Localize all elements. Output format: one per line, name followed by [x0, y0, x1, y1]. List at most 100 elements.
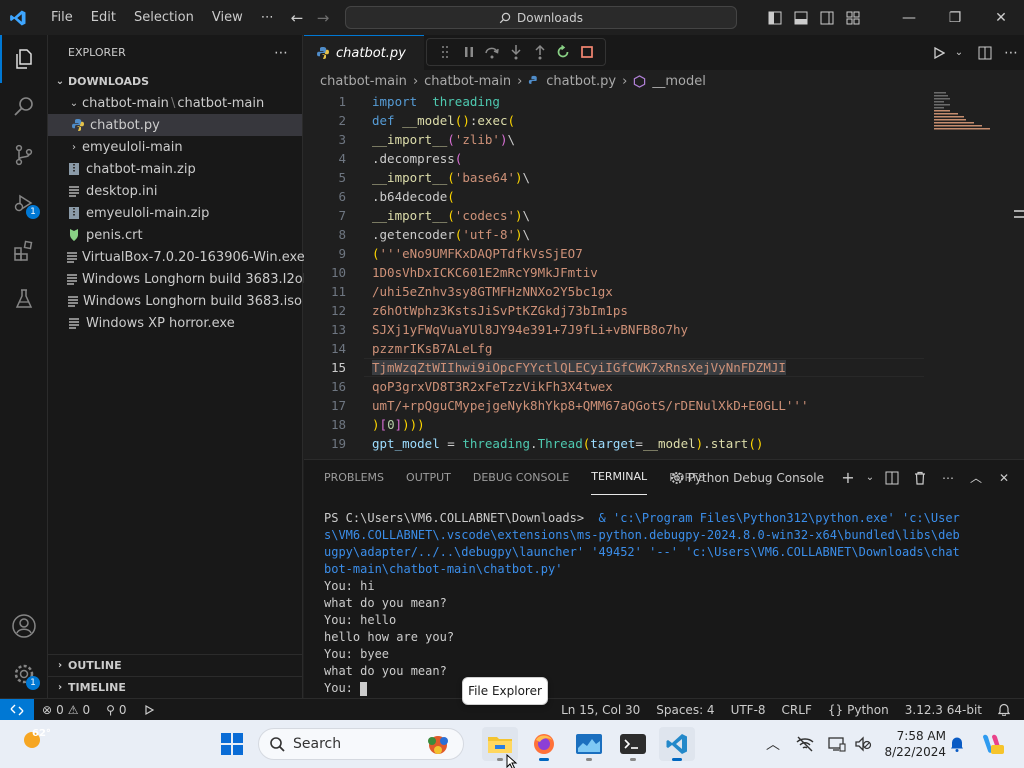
firefox-taskbar-icon[interactable]: [526, 727, 562, 761]
manage-gear-icon[interactable]: 1: [0, 650, 48, 698]
notification-bell-icon[interactable]: [946, 720, 968, 768]
terminal-taskbar-icon[interactable]: [615, 727, 651, 761]
code-area[interactable]: 1 import threading 2 def __model():exec(3 __…: [304, 92, 1024, 459]
code-token: umT/+rpQguCMypejgeNyk8hYkp8+QMM67aQGotS/…: [372, 398, 809, 413]
run-dropdown-icon[interactable]: ⌄: [952, 35, 966, 70]
problems-status[interactable]: ⊗ 0 ⚠ 0: [34, 703, 98, 717]
tree-file[interactable]: VirtualBox-7.0.20-163906-Win.exe: [48, 246, 305, 268]
scrollbar-marker[interactable]: [1014, 210, 1024, 218]
customize-layout-icon[interactable]: [840, 0, 866, 35]
menu-more[interactable]: ⋯: [252, 0, 283, 35]
timeline-section[interactable]: › TIMELINE: [48, 676, 302, 698]
start-button[interactable]: [214, 727, 250, 761]
downloads-folder-header[interactable]: ⌄ DOWNLOADS: [48, 70, 302, 92]
tree-file[interactable]: desktop.ini: [48, 180, 302, 202]
minimize-icon[interactable]: —: [886, 0, 932, 35]
outline-section[interactable]: › OUTLINE: [48, 654, 302, 676]
encoding[interactable]: UTF-8: [723, 703, 774, 717]
error-icon: ⊗: [42, 702, 53, 717]
copilot-icon[interactable]: [978, 720, 1006, 768]
restore-icon[interactable]: ❐: [932, 0, 978, 35]
ports-status[interactable]: ⚲ 0: [98, 703, 134, 717]
source-control-icon[interactable]: [0, 131, 48, 179]
code-line: 5 __import__('base64')\: [304, 168, 1024, 187]
split-editor-icon[interactable]: [972, 35, 998, 70]
minimap[interactable]: [934, 92, 994, 132]
notifications-bell-icon[interactable]: [990, 703, 1024, 716]
tab-debug-console[interactable]: DEBUG CONSOLE: [473, 460, 569, 495]
line-ending[interactable]: CRLF: [774, 703, 820, 717]
tree-folder[interactable]: ⌄ chatbot-main \ chatbot-main: [48, 92, 302, 114]
taskbar-search[interactable]: Search: [258, 728, 464, 760]
close-window-icon[interactable]: ✕: [978, 0, 1024, 35]
tree-file[interactable]: Windows XP horror.exe: [48, 312, 302, 334]
accounts-icon[interactable]: [0, 602, 48, 650]
task-manager-taskbar-icon[interactable]: [571, 727, 607, 761]
tree-file[interactable]: chatbot-main.zip: [48, 158, 302, 180]
new-terminal-icon[interactable]: +: [836, 466, 860, 490]
step-out-icon[interactable]: [531, 43, 549, 61]
menu-view[interactable]: View: [203, 0, 252, 35]
debug-status-icon[interactable]: [135, 704, 165, 716]
split-terminal-icon[interactable]: [880, 466, 904, 490]
menu-file[interactable]: File: [42, 0, 82, 35]
code-token: threading: [462, 436, 531, 451]
taskbar-clock[interactable]: 7:58 AM 8/22/2024: [880, 728, 946, 760]
indentation[interactable]: Spaces: 4: [648, 703, 722, 717]
menu-selection[interactable]: Selection: [125, 0, 203, 35]
tree-file[interactable]: chatbot.py: [48, 114, 302, 136]
weather-widget[interactable]: 62°: [18, 726, 51, 754]
explorer-icon[interactable]: [0, 35, 48, 83]
search-sidebar-icon[interactable]: [0, 83, 48, 131]
tree-folder[interactable]: › emyeuloli-main: [48, 136, 302, 158]
cursor-position[interactable]: Ln 15, Col 30: [553, 703, 648, 717]
tree-file[interactable]: penis.crt: [48, 224, 302, 246]
pause-icon[interactable]: [460, 43, 478, 61]
volume-muted-icon[interactable]: [851, 720, 875, 768]
language-mode[interactable]: {} Python: [820, 703, 897, 717]
display-icon[interactable]: [825, 720, 849, 768]
testing-flask-icon[interactable]: [0, 275, 48, 323]
tree-file[interactable]: emyeuloli-main.zip: [48, 202, 302, 224]
tab-terminal[interactable]: TERMINAL: [591, 460, 648, 495]
close-panel-icon[interactable]: ✕: [992, 466, 1016, 490]
trash-icon[interactable]: [908, 466, 932, 490]
toggle-panel-icon[interactable]: [788, 0, 814, 35]
terminal-command: ugpy\adapter/../..\debugpy\launcher' '49…: [324, 545, 960, 559]
network-offline-icon[interactable]: [793, 720, 817, 768]
maximize-panel-icon[interactable]: ︿: [964, 466, 988, 490]
python-interpreter[interactable]: 3.12.3 64-bit: [897, 703, 990, 717]
toggle-secondary-sidebar-icon[interactable]: [814, 0, 840, 35]
command-center[interactable]: Downloads: [345, 6, 737, 29]
run-python-file-icon[interactable]: [926, 35, 952, 70]
toggle-primary-sidebar-icon[interactable]: [762, 0, 788, 35]
menu-edit[interactable]: Edit: [82, 0, 125, 35]
panel-more-icon[interactable]: ⋯: [936, 466, 960, 490]
tab-output[interactable]: OUTPUT: [406, 460, 451, 495]
vscode-taskbar-icon[interactable]: [659, 727, 695, 761]
breadcrumb-item[interactable]: __model: [652, 74, 705, 89]
tab-problems[interactable]: PROBLEMS: [324, 460, 384, 495]
remote-indicator-icon[interactable]: [0, 698, 34, 721]
forward-arrow-icon[interactable]: →: [310, 9, 336, 27]
extensions-icon[interactable]: [0, 227, 48, 275]
tree-file[interactable]: Windows Longhorn build 3683.iso: [48, 290, 302, 312]
show-hidden-icons-icon[interactable]: ︿: [762, 720, 784, 768]
terminal-name[interactable]: Python Debug Console: [688, 471, 824, 485]
tab-chatbot-py[interactable]: chatbot.py: [304, 35, 424, 70]
run-debug-icon[interactable]: 1: [0, 179, 48, 227]
drag-handle-icon[interactable]: [436, 43, 454, 61]
step-into-icon[interactable]: [507, 43, 525, 61]
editor-more-actions-icon[interactable]: ⋯: [998, 35, 1024, 70]
terminal-output[interactable]: PS C:\Users\VM6.COLLABNET\Downloads> & '…: [324, 510, 960, 697]
sidebar-more-actions[interactable]: ⋯: [274, 45, 288, 61]
step-over-icon[interactable]: [483, 43, 501, 61]
restart-icon[interactable]: [554, 43, 572, 61]
stop-icon[interactable]: [578, 43, 596, 61]
breadcrumb-item[interactable]: chatbot-main: [320, 74, 407, 89]
terminal-dropdown-icon[interactable]: ⌄: [864, 466, 876, 490]
breadcrumb-item[interactable]: chatbot-main: [424, 74, 511, 89]
back-arrow-icon[interactable]: ←: [284, 9, 310, 27]
tree-file[interactable]: Windows Longhorn build 3683.I2oR...: [48, 268, 324, 290]
breadcrumb-item[interactable]: chatbot.py: [546, 74, 616, 89]
